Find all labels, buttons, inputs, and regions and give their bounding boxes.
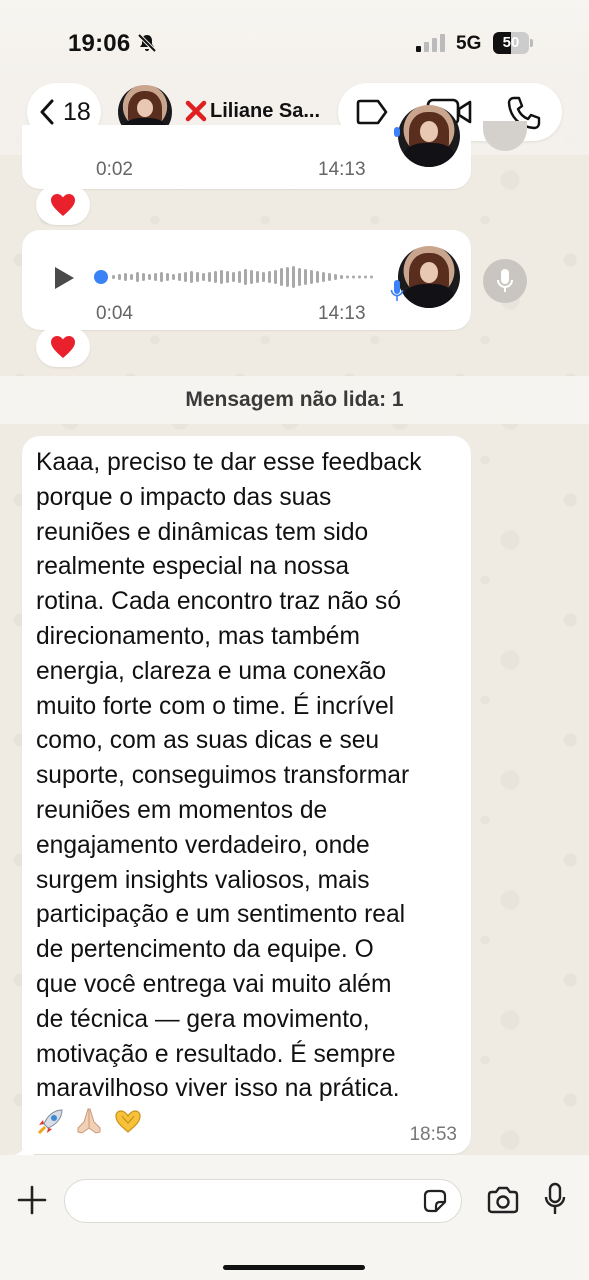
waveform-bar [250, 270, 253, 284]
waveform-bar [358, 275, 361, 279]
voice-duration: 0:04 [96, 303, 133, 324]
label-icon[interactable] [355, 98, 389, 126]
waveform-bar [130, 274, 133, 280]
voice-sender-avatar [398, 105, 460, 167]
waveform-bar [322, 272, 325, 282]
waveform-bar [124, 273, 127, 281]
message-emojis [36, 1106, 147, 1138]
waveform-bar [304, 269, 307, 285]
voice-message[interactable]: 0:02 14:13 [22, 105, 471, 189]
waveform-bar [118, 274, 121, 280]
voice-waveform[interactable] [94, 263, 374, 291]
sticker-icon[interactable] [422, 1188, 448, 1214]
waveform-bar [286, 267, 289, 287]
message-input[interactable] [64, 1179, 462, 1223]
waveform-bar [112, 275, 115, 279]
message-body: Kaaa, preciso te dar esse feedback porqu… [36, 449, 422, 1103]
microphone-icon[interactable] [543, 1182, 567, 1216]
waveform-bar [274, 270, 277, 284]
waveform-bar [142, 273, 145, 281]
bubble-tail [14, 1139, 34, 1155]
waveform-bar [172, 274, 175, 280]
heart-hands-emoji-icon [115, 1110, 141, 1133]
status-bar: 19:06 5G 50 [0, 0, 589, 80]
bell-off-icon [137, 33, 157, 53]
chevron-left-icon [40, 99, 54, 125]
waveform-bar [148, 274, 151, 280]
waveform-bar [208, 272, 211, 282]
red-x-icon [185, 100, 207, 122]
message-input-bar [0, 1155, 589, 1280]
rocket-emoji-icon [37, 1109, 63, 1135]
waveform-bar [160, 272, 163, 282]
waveform-bar [244, 269, 247, 285]
waveform-bar [340, 275, 343, 279]
waveform-bar [196, 272, 199, 282]
waveform-bar [232, 272, 235, 282]
cellular-signal-icon [416, 34, 445, 52]
waveform-bar [370, 275, 373, 279]
heart-icon [51, 194, 75, 216]
waveform-bar [268, 271, 271, 283]
waveform-bar [202, 273, 205, 281]
waveform-bar [190, 271, 193, 283]
mic-badge-icon [394, 127, 400, 137]
waveform-bar [256, 271, 259, 283]
status-time: 19:06 [68, 30, 131, 57]
network-type: 5G [456, 33, 482, 54]
waveform-bar [136, 272, 139, 282]
chat-messages[interactable]: 0:02 14:13 0:04 14:13 Mensagem não lida:… [0, 105, 589, 1155]
waveform-bar [280, 268, 283, 286]
folded-hands-emoji-icon [77, 1108, 101, 1134]
battery-level: 50 [502, 34, 520, 51]
waveform-bar [166, 273, 169, 281]
message-time: 18:53 [409, 1124, 457, 1145]
waveform-bar [262, 272, 265, 282]
waveform-bar [310, 270, 313, 284]
unread-chats-count: 18 [63, 98, 91, 126]
waveform-bar [298, 268, 301, 286]
voice-duration: 0:02 [96, 159, 133, 180]
waveform-bar [316, 271, 319, 283]
waveform-progress-dot [94, 270, 108, 284]
play-icon[interactable] [52, 265, 76, 291]
waveform-bar [364, 275, 367, 279]
waveform-bar [178, 273, 181, 281]
waveform-bar [154, 273, 157, 281]
waveform-bar [238, 271, 241, 283]
waveform-bar [352, 275, 355, 279]
mic-badge-icon [390, 280, 404, 301]
waveform-bar [220, 270, 223, 284]
reaction-heart[interactable] [36, 185, 90, 225]
message-time: 14:13 [318, 303, 366, 324]
transcribe-button[interactable] [483, 259, 527, 303]
reaction-heart[interactable] [36, 327, 90, 367]
contact-name[interactable]: Liliane Sa... [210, 100, 320, 123]
waveform-bar [328, 273, 331, 281]
waveform-bar [292, 266, 295, 288]
unread-messages-banner: Mensagem não lida: 1 [0, 376, 589, 424]
message-time: 14:13 [318, 159, 366, 180]
voice-sender-avatar [398, 246, 460, 308]
waveform-bar [226, 271, 229, 283]
battery-icon: 50 [493, 32, 533, 54]
heart-icon [51, 336, 75, 358]
waveform-bar [214, 271, 217, 283]
camera-icon[interactable] [486, 1186, 520, 1214]
plus-icon[interactable] [17, 1185, 47, 1215]
waveform-bar [346, 275, 349, 279]
waveform-bar [184, 272, 187, 282]
voice-message[interactable]: 0:04 14:13 [22, 230, 471, 330]
waveform-bar [334, 274, 337, 280]
microphone-icon [497, 269, 513, 292]
text-message[interactable]: Kaaa, preciso te dar esse feedback porqu… [22, 436, 471, 1154]
home-indicator [223, 1265, 365, 1270]
